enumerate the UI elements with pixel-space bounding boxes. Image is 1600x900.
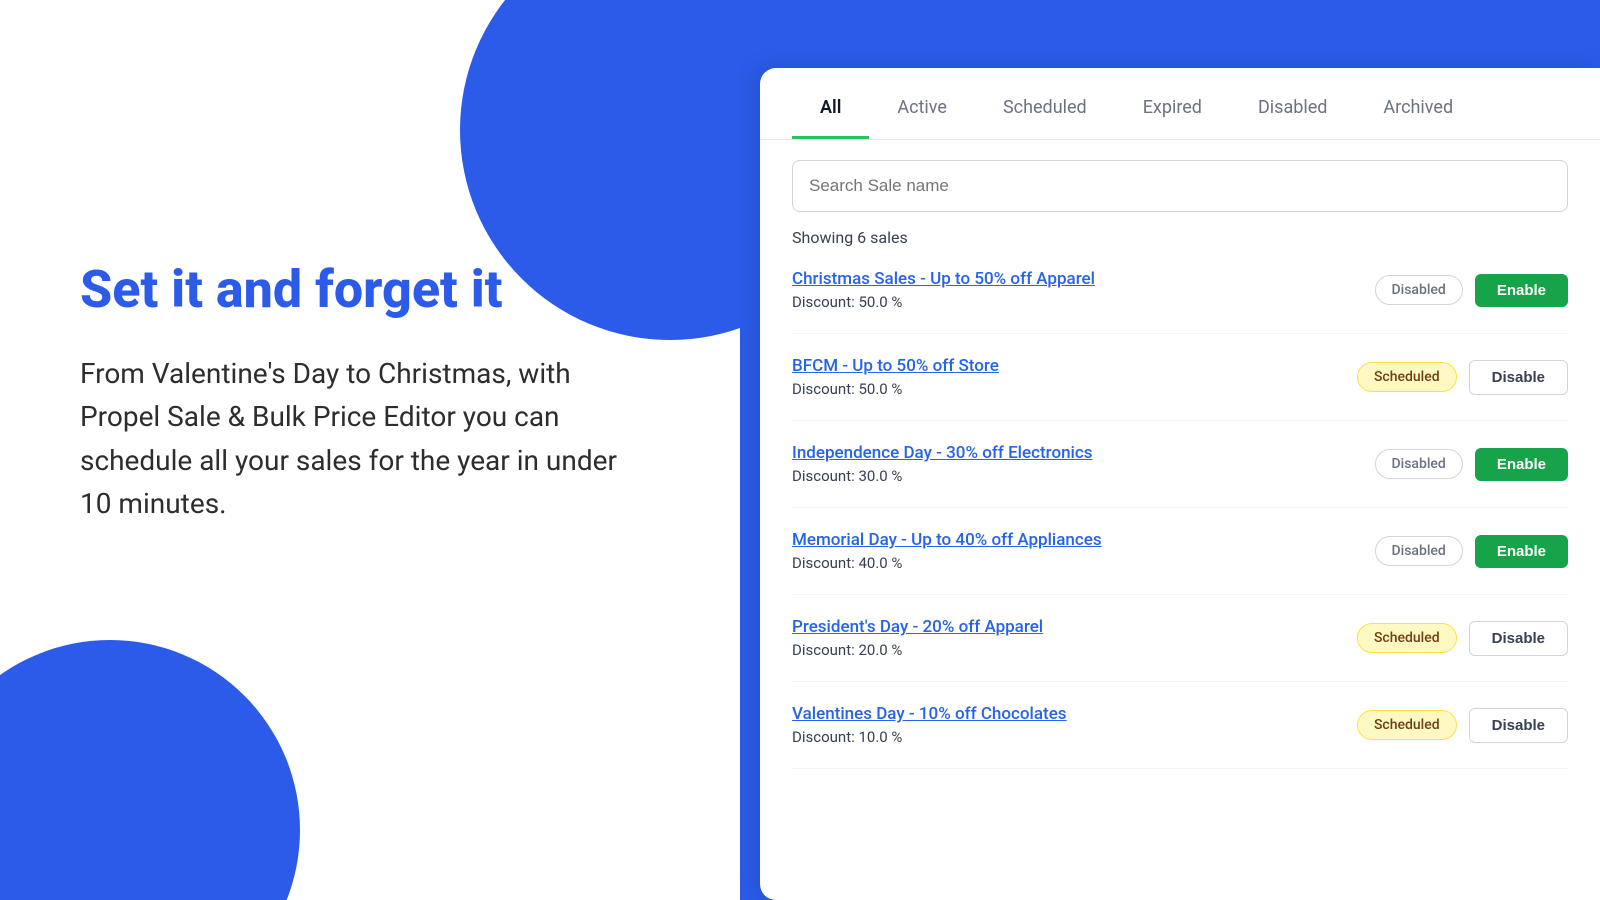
disable-button[interactable]: Disable [1469, 360, 1568, 395]
blue-arc-bottom-decoration [0, 640, 300, 900]
tab-scheduled[interactable]: Scheduled [975, 77, 1115, 139]
sale-discount: Discount: 10.0 % [792, 728, 1357, 746]
tab-active[interactable]: Active [869, 77, 975, 139]
tabs-bar: AllActiveScheduledExpiredDisabledArchive… [760, 68, 1600, 140]
sale-info: BFCM - Up to 50% off Store Discount: 50.0… [792, 356, 1357, 398]
left-content: Set it and forget it From Valentine's Da… [80, 260, 640, 525]
search-input[interactable] [792, 160, 1568, 212]
tab-disabled[interactable]: Disabled [1230, 77, 1355, 139]
sale-actions: Scheduled Disable [1357, 621, 1568, 656]
sale-info: Christmas Sales - Up to 50% off Apparel D… [792, 269, 1375, 311]
sale-info: Memorial Day - Up to 40% off Appliances D… [792, 530, 1375, 572]
sale-actions: Disabled Enable [1375, 535, 1568, 568]
status-badge: Disabled [1375, 536, 1463, 566]
tab-all[interactable]: All [792, 77, 869, 139]
sale-name[interactable]: Independence Day - 30% off Electronics [792, 443, 1375, 463]
sale-discount: Discount: 30.0 % [792, 467, 1375, 485]
sale-name[interactable]: Christmas Sales - Up to 50% off Apparel [792, 269, 1375, 289]
left-panel: Set it and forget it From Valentine's Da… [0, 0, 760, 900]
sale-info: President's Day - 20% off Apparel Discoun… [792, 617, 1357, 659]
sale-actions: Scheduled Disable [1357, 360, 1568, 395]
table-row: Valentines Day - 10% off Chocolates Disco… [792, 682, 1568, 769]
disable-button[interactable]: Disable [1469, 621, 1568, 656]
sale-actions: Disabled Enable [1375, 448, 1568, 481]
sales-card: AllActiveScheduledExpiredDisabledArchive… [760, 68, 1600, 900]
disable-button[interactable]: Disable [1469, 708, 1568, 743]
sale-discount: Discount: 50.0 % [792, 293, 1375, 311]
status-badge: Scheduled [1357, 362, 1457, 392]
enable-button[interactable]: Enable [1475, 535, 1568, 568]
enable-button[interactable]: Enable [1475, 448, 1568, 481]
sale-actions: Scheduled Disable [1357, 708, 1568, 743]
status-badge: Scheduled [1357, 710, 1457, 740]
sale-info: Valentines Day - 10% off Chocolates Disco… [792, 704, 1357, 746]
tab-expired[interactable]: Expired [1115, 77, 1230, 139]
sale-name[interactable]: President's Day - 20% off Apparel [792, 617, 1357, 637]
sale-actions: Disabled Enable [1375, 274, 1568, 307]
table-row: Independence Day - 30% off ElectronicsDi… [792, 421, 1568, 508]
tab-archived[interactable]: Archived [1355, 77, 1481, 139]
sale-discount: Discount: 40.0 % [792, 554, 1375, 572]
enable-button[interactable]: Enable [1475, 274, 1568, 307]
sale-discount: Discount: 20.0 % [792, 641, 1357, 659]
sale-discount: Discount: 50.0 % [792, 380, 1357, 398]
search-section [760, 140, 1600, 212]
sale-name[interactable]: Memorial Day - Up to 40% off Appliances [792, 530, 1375, 550]
sale-info: Independence Day - 30% off Electronics Di… [792, 443, 1375, 485]
right-panel: AllActiveScheduledExpiredDisabledArchive… [740, 0, 1600, 900]
status-badge: Scheduled [1357, 623, 1457, 653]
status-badge: Disabled [1375, 275, 1463, 305]
status-badge: Disabled [1375, 449, 1463, 479]
table-row: BFCM - Up to 50% off Store Discount: 50.0… [792, 334, 1568, 421]
sales-list: Christmas Sales - Up to 50% off ApparelD… [760, 247, 1600, 900]
showing-count: Showing 6 sales [760, 212, 1600, 247]
table-row: Christmas Sales - Up to 50% off ApparelD… [792, 247, 1568, 334]
headline: Set it and forget it [80, 260, 640, 320]
table-row: Memorial Day - Up to 40% off AppliancesD… [792, 508, 1568, 595]
table-row: President's Day - 20% off Apparel Discoun… [792, 595, 1568, 682]
sale-name[interactable]: BFCM - Up to 50% off Store [792, 356, 1357, 376]
body-text: From Valentine's Day to Christmas, with … [80, 352, 640, 526]
sale-name[interactable]: Valentines Day - 10% off Chocolates [792, 704, 1357, 724]
